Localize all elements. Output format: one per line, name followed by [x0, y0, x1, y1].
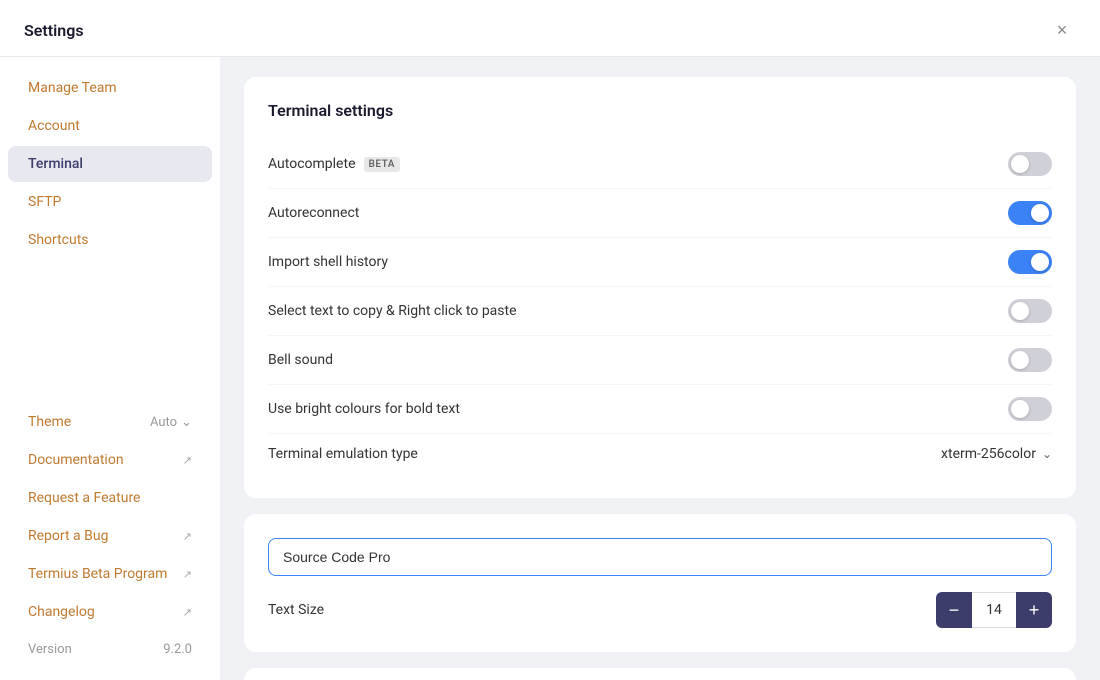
close-button[interactable]: ×	[1048, 16, 1076, 44]
sidebar-item-theme[interactable]: Theme Auto ⌄	[8, 404, 212, 440]
text-size-label: Text Size	[268, 602, 324, 618]
terminal-settings-card: Terminal settings Autocomplete BETA Auto…	[244, 77, 1076, 498]
bell-sound-row: Bell sound	[268, 336, 1052, 385]
sidebar-item-request-feature[interactable]: Request a Feature	[8, 480, 212, 516]
text-size-value: 14	[972, 592, 1016, 628]
main-content: Terminal settings Autocomplete BETA Auto…	[220, 57, 1100, 680]
sidebar-spacer	[0, 259, 220, 403]
font-card: Text Size − 14 +	[244, 514, 1076, 652]
modal-header: Settings ×	[0, 0, 1100, 57]
autoreconnect-label: Autoreconnect	[268, 205, 359, 221]
emulation-label: Terminal emulation type	[268, 446, 418, 462]
bright-colours-row: Use bright colours for bold text	[268, 385, 1052, 434]
sidebar-item-manage-team[interactable]: Manage Team	[8, 70, 212, 106]
import-shell-toggle[interactable]	[1008, 250, 1052, 274]
emulation-select[interactable]: xterm-256color ⌄	[941, 446, 1052, 462]
select-copy-toggle[interactable]	[1008, 299, 1052, 323]
bright-colours-label: Use bright colours for bold text	[268, 401, 460, 417]
autoreconnect-row: Autoreconnect	[268, 189, 1052, 238]
emulation-row: Terminal emulation type xterm-256color ⌄	[268, 434, 1052, 474]
chevron-down-icon: ⌄	[1042, 447, 1052, 461]
sidebar-version: Version 9.2.0	[8, 632, 212, 667]
import-shell-label: Import shell history	[268, 254, 388, 270]
autoreconnect-slider	[1008, 201, 1052, 225]
autocomplete-row: Autocomplete BETA	[268, 140, 1052, 189]
bell-sound-label: Bell sound	[268, 352, 333, 368]
sidebar-item-terminal[interactable]: Terminal	[8, 146, 212, 182]
external-link-icon: ↗	[183, 568, 192, 581]
sidebar-item-changelog[interactable]: Changelog ↗	[8, 594, 212, 630]
autocomplete-slider	[1008, 152, 1052, 176]
sidebar-item-account[interactable]: Account	[8, 108, 212, 144]
increase-size-button[interactable]: +	[1016, 592, 1052, 628]
sidebar-item-shortcuts[interactable]: Shortcuts	[8, 222, 212, 258]
text-size-row: Text Size − 14 +	[268, 576, 1052, 628]
terminal-theme-card: Terminal theme	[244, 668, 1076, 680]
autocomplete-label: Autocomplete BETA	[268, 156, 400, 172]
chevron-down-icon: ⌄	[181, 415, 192, 430]
terminal-settings-title: Terminal settings	[268, 101, 1052, 120]
select-copy-row: Select text to copy & Right click to pas…	[268, 287, 1052, 336]
external-link-icon: ↗	[183, 606, 192, 619]
sidebar-item-sftp[interactable]: SFTP	[8, 184, 212, 220]
text-size-controls: − 14 +	[936, 592, 1052, 628]
autoreconnect-toggle[interactable]	[1008, 201, 1052, 225]
bell-sound-slider	[1008, 348, 1052, 372]
decrease-size-button[interactable]: −	[936, 592, 972, 628]
bright-colours-slider	[1008, 397, 1052, 421]
beta-badge: BETA	[364, 157, 400, 172]
autocomplete-toggle[interactable]	[1008, 152, 1052, 176]
sidebar-item-termius-beta[interactable]: Termius Beta Program ↗	[8, 556, 212, 592]
sidebar: Manage Team Account Terminal SFTP Shortc…	[0, 57, 220, 680]
modal-title: Settings	[24, 21, 84, 40]
sidebar-item-documentation[interactable]: Documentation ↗	[8, 442, 212, 478]
external-link-icon: ↗	[183, 530, 192, 543]
settings-modal: Settings × Manage Team Account Terminal …	[0, 0, 1100, 680]
select-copy-label: Select text to copy & Right click to pas…	[268, 303, 517, 319]
font-input[interactable]	[268, 538, 1052, 576]
bell-sound-toggle[interactable]	[1008, 348, 1052, 372]
select-copy-slider	[1008, 299, 1052, 323]
sidebar-item-report-bug[interactable]: Report a Bug ↗	[8, 518, 212, 554]
bright-colours-toggle[interactable]	[1008, 397, 1052, 421]
modal-body: Manage Team Account Terminal SFTP Shortc…	[0, 57, 1100, 680]
import-shell-row: Import shell history	[268, 238, 1052, 287]
import-shell-slider	[1008, 250, 1052, 274]
external-link-icon: ↗	[183, 454, 192, 467]
